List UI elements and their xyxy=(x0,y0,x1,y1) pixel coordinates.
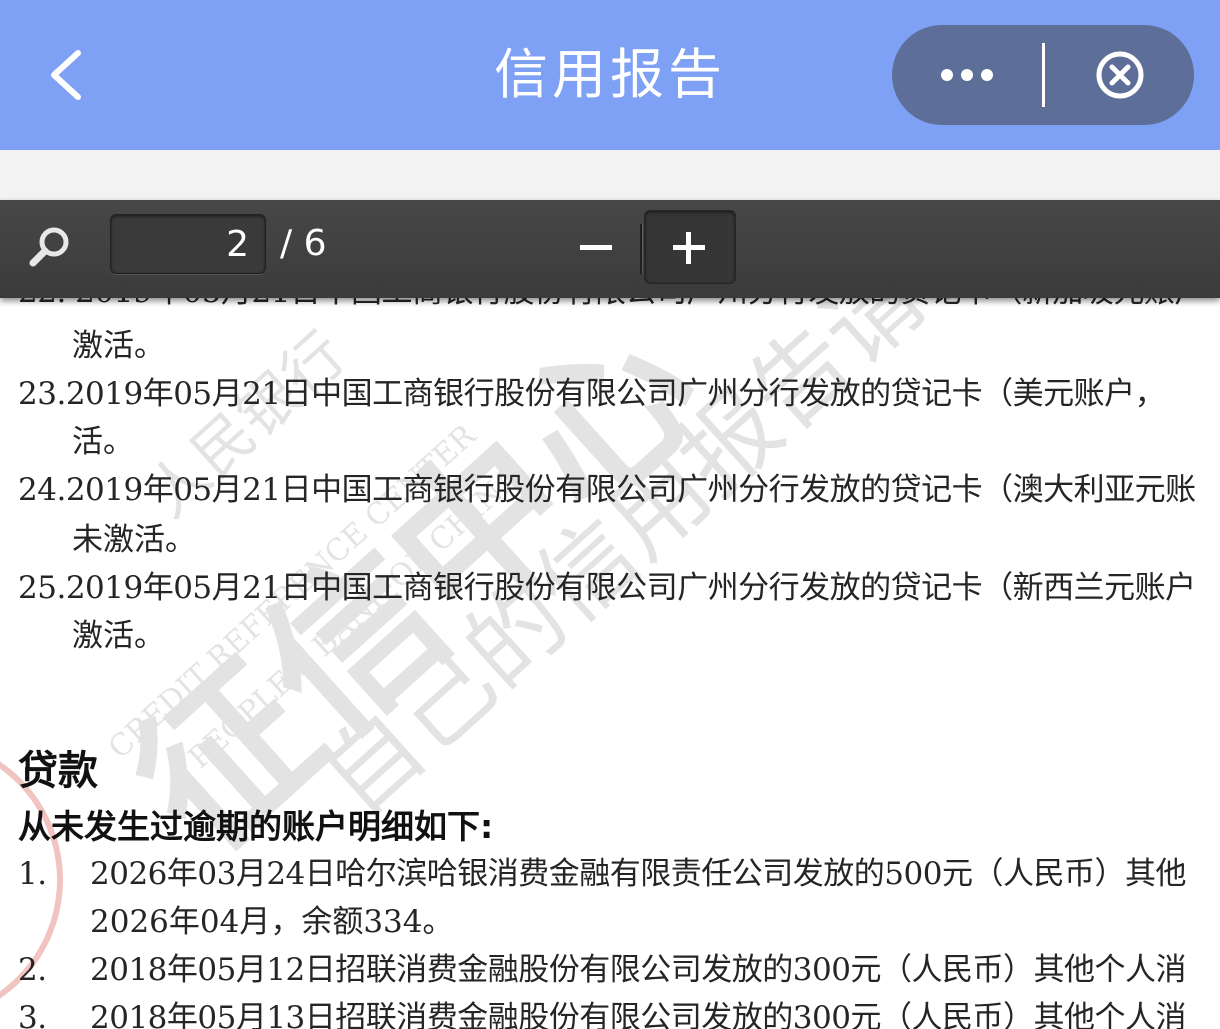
zoom-divider xyxy=(640,224,642,274)
loan-subheading: 从未发生过逾期的账户明细如下: xyxy=(18,807,494,846)
zoom-out-button[interactable] xyxy=(556,210,636,280)
report-page: 22. 2019年05月21日中国工商银行股份有限公司广州分行发放的贷记卡（新加… xyxy=(0,200,1220,1029)
list-item: 24.2019年05月21日中国工商银行股份有限公司广州分行发放的贷记卡（澳大利… xyxy=(18,466,1220,514)
list-item-number: 24. xyxy=(18,472,66,508)
list-item-text: 2019年05月21日中国工商银行股份有限公司广州分行发放的贷记卡（美元账户， xyxy=(65,376,1166,412)
loan-text: 2026年03月24日哈尔滨哈银消费金融有限责任公司发放的500元（人民币）其他 xyxy=(90,856,1186,892)
loan-text: 2018年05月12日招联消费金融股份有限公司发放的300元（人民币）其他个人消 xyxy=(90,952,1186,988)
search-button[interactable] xyxy=(26,222,74,270)
list-item-text: 2019年05月21日中国工商银行股份有限公司广州分行发放的贷记卡（澳大利亚元账 xyxy=(65,472,1196,508)
loan-heading: 贷款 xyxy=(18,748,98,794)
toolbar-spacer xyxy=(0,150,1220,200)
mini-program-capsule xyxy=(892,25,1194,125)
app-bar: 信用报告 xyxy=(0,0,1220,150)
loan-text: 2018年05月13日招联消费金融股份有限公司发放的300元（人民币）其他个人消 xyxy=(90,1000,1186,1029)
page-number-input[interactable]: 2 xyxy=(110,214,266,274)
close-circle-icon xyxy=(1096,51,1143,99)
more-button[interactable] xyxy=(892,25,1042,125)
minus-icon xyxy=(580,245,612,250)
list-item-continuation: 激活。 xyxy=(72,328,165,364)
list-item: 23.2019年05月21日中国工商银行股份有限公司广州分行发放的贷记卡（美元账… xyxy=(18,370,1220,418)
zoom-in-button[interactable] xyxy=(644,210,736,284)
pdf-viewport[interactable]: 征信中心 人民银行 CREDIT REFERENCE CENTER PEOPLE… xyxy=(0,200,1220,1029)
close-button[interactable] xyxy=(1045,25,1194,125)
loan-row: 3. 2018年05月13日招联消费金融股份有限公司发放的300元（人民币）其他个… xyxy=(18,994,1186,1029)
list-item-number: 25. xyxy=(18,570,66,606)
loan-row: 1. 2026年03月24日哈尔滨哈银消费金融有限责任公司发放的500元（人民币）… xyxy=(18,850,1186,898)
search-icon xyxy=(29,227,69,267)
loan-number: 1. xyxy=(18,856,47,892)
loan-continuation: 2026年04月，余额334。 xyxy=(90,904,454,940)
list-item-text: 2019年05月21日中国工商银行股份有限公司广州分行发放的贷记卡（新西兰元账户 xyxy=(65,570,1196,606)
loan-number: 2. xyxy=(18,952,47,988)
list-item-continuation: 活。 xyxy=(72,424,134,460)
page-total: / 6 xyxy=(280,223,327,264)
pdf-toolbar: 2 / 6 xyxy=(0,200,1220,298)
list-item-continuation: 激活。 xyxy=(72,618,165,654)
list-item-continuation: 未激活。 xyxy=(72,522,196,558)
list-item-number: 23. xyxy=(18,376,66,412)
list-item: 25.2019年05月21日中国工商银行股份有限公司广州分行发放的贷记卡（新西兰… xyxy=(18,564,1220,612)
loan-number: 3. xyxy=(18,1000,47,1029)
loan-row: 2. 2018年05月12日招联消费金融股份有限公司发放的300元（人民币）其他个… xyxy=(18,946,1186,994)
more-dots-icon xyxy=(941,69,993,81)
